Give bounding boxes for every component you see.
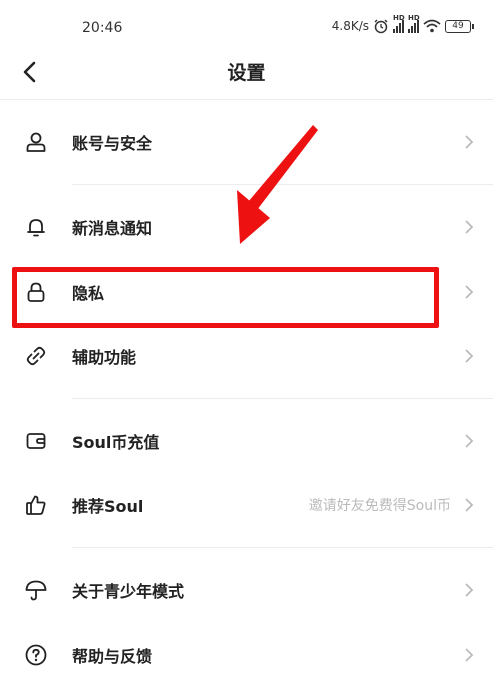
divider xyxy=(72,547,493,548)
invite-promo-text: 邀请好友免费得Soul币 xyxy=(308,498,451,514)
settings-item-label: 账号与安全 xyxy=(72,134,153,153)
chevron-right-icon xyxy=(465,285,474,299)
highlight-box xyxy=(12,267,439,328)
settings-item-label: 推荐Soul xyxy=(72,497,144,516)
signal-icon-2: HD xyxy=(408,14,420,33)
chevron-right-icon xyxy=(465,349,474,363)
chevron-right-icon xyxy=(465,135,474,149)
settings-item-recommend-soul[interactable]: 推荐Soul 邀请好友免费得Soul币 xyxy=(0,475,493,535)
settings-item-accessibility[interactable]: 辅助功能 xyxy=(0,326,493,386)
help-icon xyxy=(25,644,47,666)
nav-bar: 设置 xyxy=(0,46,493,98)
divider xyxy=(72,184,493,185)
thumbs-up-icon xyxy=(26,495,46,515)
user-icon xyxy=(26,132,46,152)
umbrella-icon xyxy=(25,580,47,601)
bell-icon xyxy=(27,219,45,237)
settings-item-label: 辅助功能 xyxy=(72,348,137,367)
divider xyxy=(72,398,493,399)
nav-divider xyxy=(0,99,493,100)
network-speed: 4.8K/s xyxy=(331,19,369,33)
status-time: 20:46 xyxy=(82,20,123,36)
settings-item-youth-mode[interactable]: 关于青少年模式 xyxy=(0,560,493,620)
settings-item-help-feedback[interactable]: 帮助与反馈 xyxy=(0,625,493,676)
settings-item-label: Soul币充值 xyxy=(72,433,160,452)
settings-item-account-security[interactable]: 账号与安全 xyxy=(0,112,493,172)
settings-item-label: 关于青少年模式 xyxy=(72,582,185,601)
settings-item-label: 新消息通知 xyxy=(72,219,153,238)
chevron-right-icon xyxy=(465,648,474,662)
page-title: 设置 xyxy=(227,62,266,84)
link-icon xyxy=(26,346,46,366)
chevron-right-icon xyxy=(465,220,474,234)
settings-item-notifications[interactable]: 新消息通知 xyxy=(0,197,493,257)
chevron-right-icon xyxy=(465,583,474,597)
status-indicators: 4.8K/s HD HD 49 xyxy=(331,14,474,34)
chevron-right-icon xyxy=(465,498,474,512)
settings-item-soul-coin-recharge[interactable]: Soul币充值 xyxy=(0,411,493,471)
battery-icon: 49 xyxy=(445,19,474,33)
signal-icon: HD xyxy=(393,14,405,33)
settings-item-label: 帮助与反馈 xyxy=(72,647,153,666)
wallet-icon xyxy=(26,433,46,449)
wifi-icon xyxy=(423,19,441,33)
alarm-icon xyxy=(374,19,388,34)
chevron-right-icon xyxy=(465,434,474,448)
